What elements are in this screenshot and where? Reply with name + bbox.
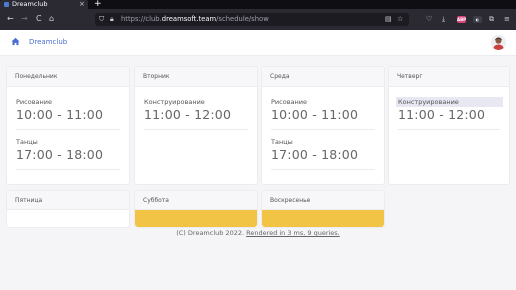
url-path: /schedule/show [216, 15, 269, 23]
url-text[interactable]: https://club.dreamsoft.team/schedule/sho… [121, 13, 269, 26]
day-card-saturday: Суббота [134, 190, 258, 228]
pocket-icon[interactable]: ♡ [426, 13, 432, 25]
footer: (C) Dreamclub 2022. Rendered in 3 ms, 9 … [0, 229, 516, 237]
downloads-icon[interactable]: ⤓ [442, 13, 445, 25]
day-body-empty [7, 210, 129, 227]
extension-abp-icon[interactable]: ABP [457, 16, 466, 23]
lock-icon[interactable]: 🔒︎ [110, 13, 114, 26]
footer-copyright: (C) Dreamclub 2022. [176, 229, 245, 237]
lesson-time: 17:00 - 18:00 [271, 147, 359, 162]
browser-chrome: Dreamclub × + ← → C ⌂ ⛉ 🔒︎ https://club.… [0, 0, 516, 30]
lesson-name: Рисование [16, 98, 52, 106]
day-card-friday: Пятница [6, 190, 130, 228]
bookmark-star-icon[interactable]: ☆ [397, 13, 403, 26]
new-tab-button[interactable]: + [94, 0, 102, 9]
home-icon[interactable] [11, 37, 20, 46]
nav-toolbar: ← → C ⌂ ⛉ 🔒︎ https://club.dreamsoft.team… [0, 9, 516, 30]
lesson-divider [271, 129, 375, 130]
lesson-divider [398, 129, 500, 130]
day-title: Четверг [389, 67, 509, 87]
lesson-divider [271, 169, 375, 170]
favicon-icon [4, 2, 9, 7]
extensions-puzzle-icon[interactable]: ⧉ [489, 13, 494, 25]
app-header: Dreamclub [0, 30, 516, 56]
day-card-wednesday: Среда Рисование 10:00 - 11:00 Танцы 17:0… [261, 66, 385, 185]
lesson-divider [16, 169, 120, 170]
lesson-name: Танцы [271, 138, 293, 146]
url-host: dreamsoft.team [161, 15, 217, 23]
reload-button[interactable]: C [36, 13, 42, 25]
user-avatar-icon [491, 35, 506, 50]
day-card-sunday: Воскресенье [261, 190, 385, 228]
day-title: Пятница [7, 191, 129, 210]
tab-strip: Dreamclub × + [0, 0, 516, 9]
tab-close-icon[interactable]: × [79, 0, 85, 9]
day-title: Воскресенье [262, 191, 384, 210]
lesson-time: 17:00 - 18:00 [16, 147, 104, 162]
lesson-divider [144, 129, 248, 130]
home-button[interactable]: ⌂ [49, 13, 54, 25]
day-card-monday: Понедельник Рисование 10:00 - 11:00 Танц… [6, 66, 130, 185]
url-prefix: https://club. [121, 15, 162, 23]
lesson-name: Танцы [16, 138, 38, 146]
lesson-name: Конструирование [144, 98, 205, 106]
day-title: Вторник [135, 67, 257, 87]
menu-icon[interactable]: ≡ [504, 13, 510, 25]
extension-icon[interactable]: ◐ [473, 16, 482, 23]
url-bar[interactable]: ⛉ 🔒︎ https://club.dreamsoft.team/schedul… [95, 13, 409, 26]
day-body-weekend [262, 210, 384, 227]
shield-icon[interactable]: ⛉ [99, 13, 104, 26]
day-body-weekend [135, 210, 257, 227]
back-button[interactable]: ← [7, 13, 14, 25]
day-title: Суббота [135, 191, 257, 210]
day-card-tuesday: Вторник Конструирование 11:00 - 12:00 [134, 66, 258, 185]
forward-button[interactable]: → [21, 13, 28, 25]
lesson-time: 11:00 - 12:00 [144, 107, 232, 122]
day-title: Среда [262, 67, 384, 87]
day-title: Понедельник [7, 67, 129, 87]
lesson-divider [16, 129, 120, 130]
lesson-time: 10:00 - 11:00 [271, 107, 359, 122]
reader-mode-icon[interactable]: ▤ [385, 13, 392, 26]
brand-link[interactable]: Dreamclub [29, 36, 67, 48]
avatar[interactable] [491, 35, 506, 50]
day-card-thursday: Четверг Конструирование 11:00 - 12:00 [388, 66, 510, 185]
tab-title: Dreamclub [12, 0, 48, 8]
tab-dreamclub[interactable]: Dreamclub × [0, 0, 88, 9]
footer-render-stats-link[interactable]: Rendered in 3 ms, 9 queries. [246, 229, 340, 237]
lesson-time: 11:00 - 12:00 [398, 107, 486, 122]
lesson-name: Рисование [271, 98, 307, 106]
lesson-name: Конструирование [396, 97, 503, 107]
lesson-time: 10:00 - 11:00 [16, 107, 104, 122]
